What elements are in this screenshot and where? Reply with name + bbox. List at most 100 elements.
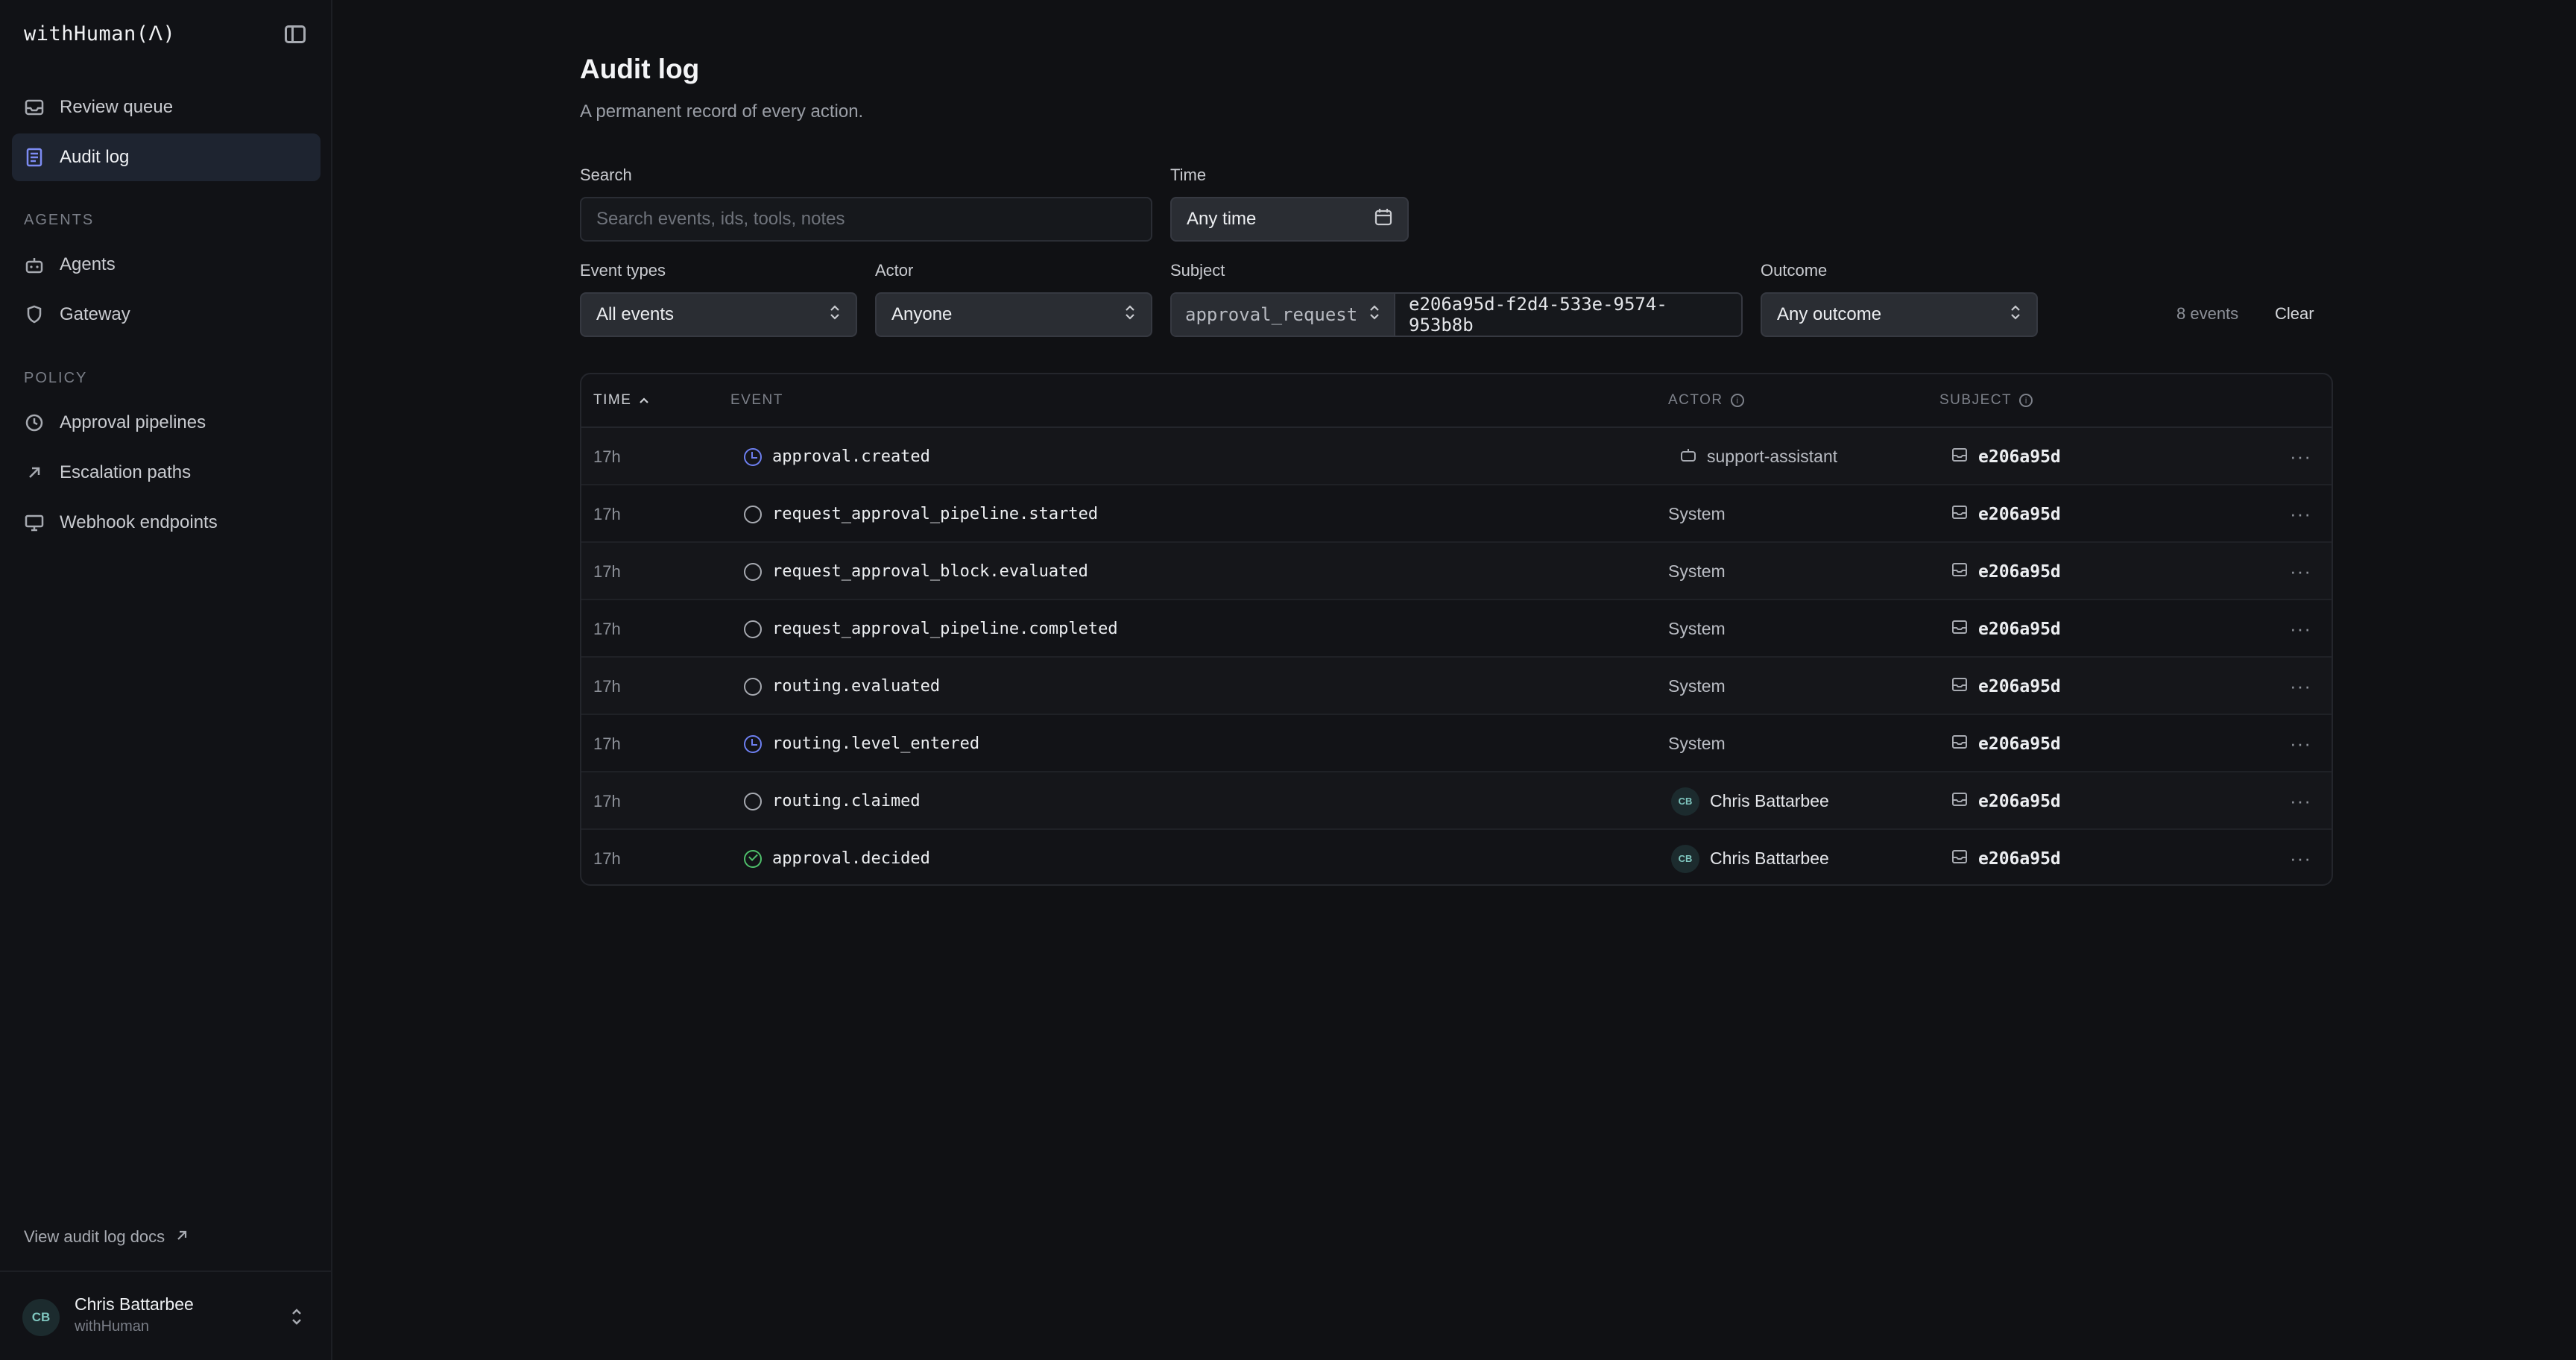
subject-type-select[interactable]: approval_request <box>1172 294 1395 336</box>
table-row[interactable]: 17h request_approval_pipeline.started Sy… <box>581 485 2332 543</box>
sidebar-item-audit-log[interactable]: Audit log <box>12 133 321 181</box>
row-more-button[interactable]: ··· <box>2290 772 2311 830</box>
pending-status-icon <box>744 734 762 753</box>
user-name: Chris Battarbee <box>75 1294 194 1314</box>
row-subject[interactable]: e206a95d <box>1951 543 2061 600</box>
table-row[interactable]: 17h routing.level_entered System e206a95… <box>581 715 2332 772</box>
table-row[interactable]: 17h routing.evaluated System e206a95d ··… <box>581 658 2332 715</box>
actor-value: Anyone <box>891 304 953 324</box>
time-picker[interactable]: Any time <box>1170 197 1409 242</box>
row-subject[interactable]: e206a95d <box>1951 715 2061 772</box>
chevron-up-down-icon <box>829 303 841 327</box>
event-types-select[interactable]: All events <box>580 292 857 337</box>
arrow-up-right-icon <box>24 462 45 483</box>
row-actor: CB Chris Battarbee <box>1671 772 1829 830</box>
actor-select[interactable]: Anyone <box>875 292 1152 337</box>
row-time: 17h <box>593 561 621 581</box>
page-subtitle: A permanent record of every action. <box>580 101 864 122</box>
robot-icon <box>1680 447 1696 467</box>
sidebar-item-approval-pipelines[interactable]: Approval pipelines <box>12 399 321 447</box>
sidebar: withHuman(ᐱ) Review queue Audit log AGEN… <box>0 0 332 1360</box>
row-time: 17h <box>593 619 621 638</box>
row-event: routing.claimed <box>744 772 921 830</box>
event-types-label: Event types <box>580 261 666 280</box>
subject-filter: approval_request e206a95d-f2d4-533e-9574… <box>1170 292 1743 337</box>
row-time: 17h <box>593 447 621 466</box>
avatar: CB <box>1671 787 1699 816</box>
table-row[interactable]: 17h approval.decided CB Chris Battarbee … <box>581 830 2332 884</box>
time-column-header[interactable]: TIME <box>593 392 649 409</box>
info-icon[interactable]: i <box>2019 394 2033 407</box>
event-name: routing.evaluated <box>772 677 941 696</box>
event-name: approval.decided <box>772 849 930 868</box>
row-subject[interactable]: e206a95d <box>1951 428 2061 485</box>
chevron-up-down-icon <box>1368 303 1380 326</box>
search-input[interactable]: Search events, ids, tools, notes <box>580 197 1152 242</box>
sidebar-item-escalation-paths[interactable]: Escalation paths <box>12 449 321 497</box>
sidebar-collapse-icon[interactable] <box>285 25 306 43</box>
inbox-icon <box>1951 561 1968 582</box>
sidebar-item-gateway[interactable]: Gateway <box>12 291 321 339</box>
row-actor: support-assistant <box>1680 428 1837 485</box>
sidebar-item-webhook-endpoints[interactable]: Webhook endpoints <box>12 499 321 547</box>
row-subject[interactable]: e206a95d <box>1951 485 2061 543</box>
sidebar-item-label: Agents <box>60 254 116 274</box>
audit-log-docs-link[interactable]: View audit log docs <box>24 1227 189 1247</box>
row-time: 17h <box>593 676 621 696</box>
inbox-icon <box>1951 504 1968 524</box>
table-row[interactable]: 17h request_approval_block.evaluated Sys… <box>581 543 2332 600</box>
row-more-button[interactable]: ··· <box>2290 428 2311 485</box>
subject-type-value: approval_request <box>1185 304 1358 325</box>
row-event: request_approval_pipeline.started <box>744 485 1098 543</box>
event-name: request_approval_block.evaluated <box>772 562 1088 581</box>
outcome-select[interactable]: Any outcome <box>1761 292 2038 337</box>
sidebar-item-review-queue[interactable]: Review queue <box>12 84 321 131</box>
circle-status-icon <box>744 677 762 696</box>
inbox-icon <box>1951 676 1968 696</box>
row-subject[interactable]: e206a95d <box>1951 772 2061 830</box>
inbox-icon <box>24 97 45 118</box>
event-count: 8 events <box>2176 304 2239 323</box>
row-more-button[interactable]: ··· <box>2290 715 2311 772</box>
event-name: approval.created <box>772 447 930 466</box>
clock-icon <box>24 412 45 433</box>
row-subject[interactable]: e206a95d <box>1951 658 2061 715</box>
section-label-agents: AGENTS <box>24 212 95 228</box>
event-name: request_approval_pipeline.started <box>772 505 1099 523</box>
row-time: 17h <box>593 791 621 810</box>
subject-id: e206a95d <box>1978 561 2061 582</box>
row-time: 17h <box>593 849 621 868</box>
table-row[interactable]: 17h routing.claimed CB Chris Battarbee e… <box>581 772 2332 830</box>
row-subject[interactable]: e206a95d <box>1951 830 2061 884</box>
outcome-value: Any outcome <box>1777 304 1882 324</box>
subject-id: e206a95d <box>1978 734 2061 754</box>
info-icon[interactable]: i <box>1730 394 1744 407</box>
section-label-policy: POLICY <box>24 370 88 386</box>
inbox-icon <box>1951 447 1968 467</box>
clear-button[interactable]: Clear <box>2275 304 2314 324</box>
row-more-button[interactable]: ··· <box>2290 658 2311 715</box>
row-more-button[interactable]: ··· <box>2290 830 2311 884</box>
brand-logo[interactable]: withHuman(ᐱ) <box>24 22 175 45</box>
circle-status-icon <box>744 792 762 810</box>
row-more-button[interactable]: ··· <box>2290 543 2311 600</box>
sidebar-item-agents[interactable]: Agents <box>12 241 321 289</box>
row-more-button[interactable]: ··· <box>2290 600 2311 658</box>
subject-id: e206a95d <box>1978 619 2061 639</box>
subject-id-input[interactable]: e206a95d-f2d4-533e-9574-953b8b <box>1395 294 1741 336</box>
user-menu[interactable]: CB Chris Battarbee withHuman <box>0 1271 331 1360</box>
chevron-up-down-icon[interactable] <box>289 1306 304 1331</box>
sidebar-item-label: Review queue <box>60 97 174 117</box>
table-row[interactable]: 17h request_approval_pipeline.completed … <box>581 600 2332 658</box>
avatar: CB <box>22 1299 60 1336</box>
row-more-button[interactable]: ··· <box>2290 485 2311 543</box>
inbox-icon <box>1951 619 1968 639</box>
actor-column-header: ACTOR i <box>1668 392 1744 409</box>
table-header: TIME EVENT ACTOR i SUBJECT i <box>581 374 2332 428</box>
subject-label: Subject <box>1170 261 1225 280</box>
row-subject[interactable]: e206a95d <box>1951 600 2061 658</box>
row-actor: System <box>1668 504 1726 523</box>
table-row[interactable]: 17h approval.created support-assistant e… <box>581 428 2332 485</box>
actor-header-label: ACTOR <box>1668 392 1723 408</box>
actor-label: Actor <box>875 261 914 280</box>
